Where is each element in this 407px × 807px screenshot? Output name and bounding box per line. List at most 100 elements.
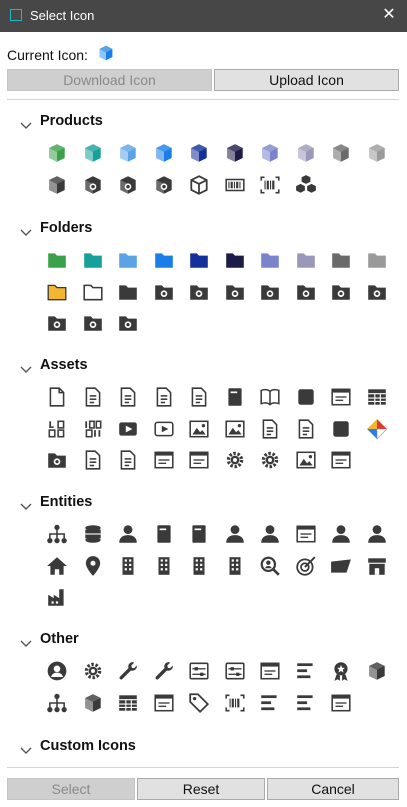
cube-lavender-icon[interactable] [295,142,317,164]
folder-question-icon[interactable] [295,281,317,303]
chevron-down-icon[interactable] [20,361,32,377]
scan-dollar-icon[interactable] [224,692,246,714]
award-icon[interactable] [330,660,352,682]
id-card-icon[interactable] [295,523,317,545]
folder-dark-icon[interactable] [117,281,139,303]
folder-darknavy-icon[interactable] [224,249,246,271]
form-edit-icon[interactable] [259,418,281,440]
list-a-icon[interactable] [259,692,281,714]
hierarchy-boxes-icon[interactable] [46,692,68,714]
folder-lightblue-icon[interactable] [117,249,139,271]
icon-text-icon[interactable] [82,418,104,440]
open-box-icon[interactable] [366,660,388,682]
window-list-icon[interactable] [330,449,352,471]
hierarchy-icon[interactable] [46,523,68,545]
chevron-down-icon[interactable] [20,224,32,240]
folder-database-icon[interactable] [366,281,388,303]
file-edit-icon[interactable] [295,418,317,440]
file-blank-icon[interactable] [46,386,68,408]
terminal-icon[interactable] [188,449,210,471]
image-icon[interactable] [188,418,210,440]
cube-green-icon[interactable] [46,142,68,164]
location-pin-icon[interactable] [82,555,104,577]
logo-text-icon[interactable] [46,418,68,440]
folder-green-icon[interactable] [46,249,68,271]
color-diamond-icon[interactable] [366,418,388,440]
folder-lightgray-icon[interactable] [366,249,388,271]
cube-star-icon[interactable] [117,174,139,196]
presenter-icon[interactable] [295,386,317,408]
cube-dark-icon[interactable] [46,174,68,196]
target-icon[interactable] [295,555,317,577]
barcode-scan-icon[interactable] [259,174,281,196]
factory-icon[interactable] [46,586,68,608]
cubes-stack-icon[interactable] [295,174,317,196]
package-icon[interactable] [82,692,104,714]
chevron-down-icon[interactable] [20,742,32,758]
dashboard-window-icon[interactable] [259,660,281,682]
folder-location-icon[interactable] [117,312,139,334]
http-icon[interactable] [330,386,352,408]
cube-blocked-icon[interactable] [153,174,175,196]
folder-user-icon[interactable] [46,312,68,334]
cube-periwinkle-icon[interactable] [259,142,281,164]
user-cart-icon[interactable] [224,523,246,545]
contact-book-icon[interactable] [153,523,175,545]
folder-outline-icon[interactable] [82,281,104,303]
upload-icon-button[interactable]: Upload Icon [214,69,399,91]
book-icon[interactable] [224,386,246,408]
list-b-icon[interactable] [295,692,317,714]
cube-outline-icon[interactable] [188,174,210,196]
office-building-icon[interactable] [188,555,210,577]
reset-button[interactable]: Reset [137,778,265,800]
folder-arrow-icon[interactable] [153,281,175,303]
video-outline-icon[interactable] [153,418,175,440]
script-icon[interactable] [188,386,210,408]
gear-icon[interactable] [259,449,281,471]
file-text-icon[interactable] [153,386,175,408]
folder-teal-icon[interactable] [82,249,104,271]
cube-blue-icon[interactable] [153,142,175,164]
file-list-icon[interactable] [82,386,104,408]
user-icon[interactable] [117,523,139,545]
user-handshake-icon[interactable] [366,523,388,545]
sync-settings-icon[interactable] [224,449,246,471]
buildings-icon[interactable] [153,555,175,577]
chevron-down-icon[interactable] [20,635,32,651]
barcode-icon[interactable] [224,174,246,196]
users-icon[interactable] [330,523,352,545]
database-icon[interactable] [82,523,104,545]
cube-lightgray-icon[interactable] [366,142,388,164]
folder-yellow-icon[interactable] [46,281,68,303]
select-button[interactable]: Select [7,778,135,800]
toggle-panel-icon[interactable] [188,660,210,682]
folder-navy-icon[interactable] [188,249,210,271]
wrench-icon[interactable] [117,660,139,682]
cancel-button[interactable]: Cancel [267,778,399,800]
cube-teal-icon[interactable] [82,142,104,164]
cube-navy-icon[interactable] [188,142,210,164]
search-user-icon[interactable] [259,555,281,577]
close-icon[interactable]: ✕ [379,5,399,25]
home-icon[interactable] [46,555,68,577]
cube-gray-icon[interactable] [330,142,352,164]
folder-gray-icon[interactable] [330,249,352,271]
bar-list-icon[interactable] [295,660,317,682]
folder-home-icon[interactable] [82,312,104,334]
folder-code-icon[interactable] [259,281,281,303]
chevron-down-icon[interactable] [20,498,32,514]
gears-icon[interactable] [82,660,104,682]
chevron-down-icon[interactable] [20,117,32,133]
folder-settings-icon[interactable] [46,449,68,471]
video-icon[interactable] [117,418,139,440]
checklist-icon[interactable] [117,386,139,408]
tags-icon[interactable] [188,692,210,714]
folder-periwinkle-icon[interactable] [259,249,281,271]
download-icon-button[interactable]: Download Icon [7,69,212,91]
contact-card-icon[interactable] [188,523,210,545]
cart-grid-icon[interactable] [117,692,139,714]
sliders-icon[interactable] [224,660,246,682]
open-book-icon[interactable] [259,386,281,408]
tools-icon[interactable] [153,660,175,682]
folder-star-icon[interactable] [188,281,210,303]
